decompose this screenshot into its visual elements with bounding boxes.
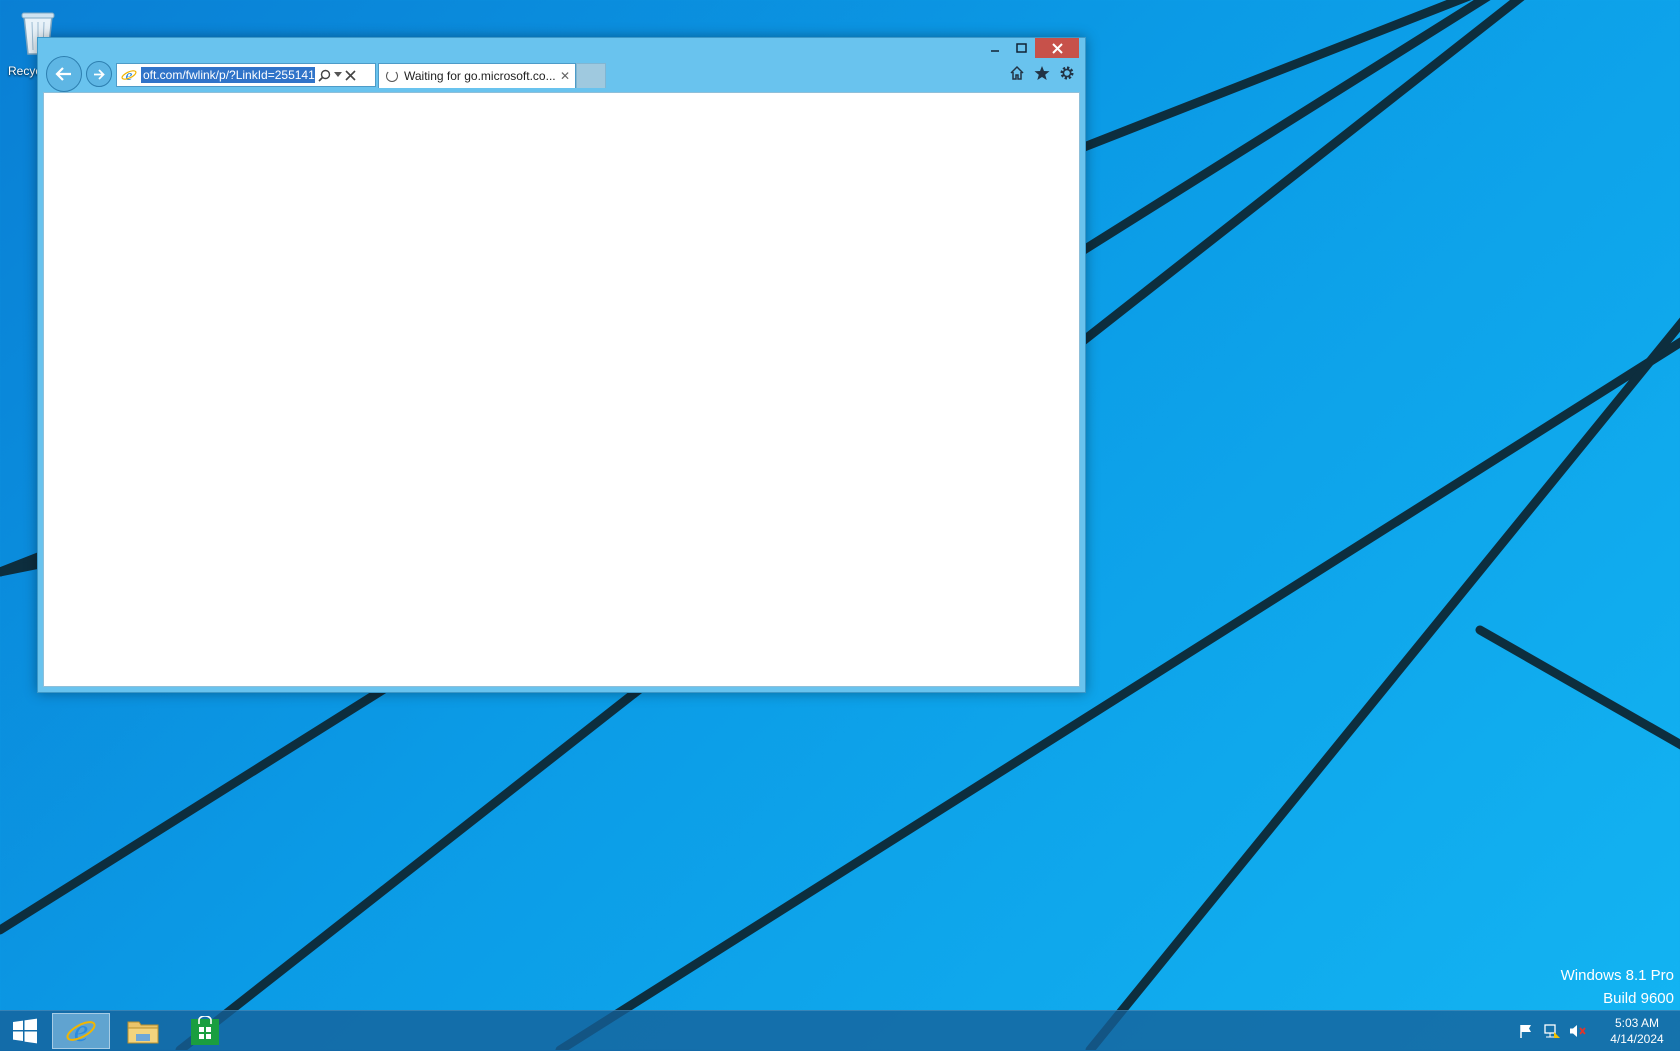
chevron-down-icon[interactable] [334,72,342,78]
tab-close-icon[interactable]: ✕ [560,69,570,83]
minimize-button[interactable] [981,38,1008,58]
taskbar-file-explorer[interactable] [118,1013,168,1049]
start-button[interactable] [0,1013,50,1049]
store-icon [191,1016,219,1045]
minimize-icon [990,50,999,52]
network-icon[interactable] [1542,1021,1562,1041]
close-icon [1051,42,1063,54]
taskbar-internet-explorer[interactable]: e [52,1013,110,1049]
watermark-edition: Windows 8.1 Pro [1560,967,1674,984]
maximize-icon [1016,43,1027,53]
system-tray: 5:03 AM 4/14/2024 [1516,1011,1680,1051]
internet-explorer-window: e oft.com/fwlink/p/?LinkId=255141 Waitin… [37,37,1086,693]
close-window-button[interactable] [1035,38,1079,58]
ie-logo-icon: e [66,1015,96,1047]
folder-icon [127,1021,159,1044]
ie-logo-icon: e [120,66,138,84]
clock-time: 5:03 AM [1614,1016,1660,1030]
taskbar-clock[interactable]: 5:03 AM 4/14/2024 [1602,1015,1672,1047]
page-content-area[interactable] [43,92,1080,687]
address-input[interactable]: oft.com/fwlink/p/?LinkId=255141 [141,67,315,83]
windows-logo-icon [13,1018,37,1044]
maximize-button[interactable] [1008,38,1035,58]
taskbar-store[interactable] [180,1013,230,1049]
tab-active[interactable]: Waiting for go.microsoft.co... ✕ [378,63,576,88]
address-bar[interactable]: e oft.com/fwlink/p/?LinkId=255141 [116,63,376,87]
clock-date: 4/14/2024 [1610,1032,1664,1046]
forward-button[interactable] [86,61,112,87]
watermark-build: Build 9600 [1603,990,1674,1007]
search-icon[interactable] [318,69,331,82]
new-tab-button[interactable] [576,63,606,88]
browser-toolbar-right [1008,64,1075,81]
windows-watermark: Windows 8.1 Pro Build 9600 [1561,964,1674,1010]
star-icon[interactable] [1033,64,1050,81]
back-button[interactable] [46,56,82,92]
taskbar: e 5:03 AM 4/14/2024 [0,1010,1680,1051]
flag-icon[interactable] [1516,1021,1536,1041]
home-icon[interactable] [1008,64,1025,81]
loading-spinner-icon [386,70,398,82]
window-controls [981,38,1079,60]
volume-muted-icon[interactable] [1568,1021,1588,1041]
svg-text:e: e [126,68,133,83]
stop-icon[interactable] [345,69,356,81]
back-arrow-icon [55,67,71,81]
forward-arrow-icon [94,68,105,80]
svg-text:e: e [74,1015,88,1047]
gear-icon[interactable] [1058,64,1075,81]
tab-title: Waiting for go.microsoft.co... [404,69,556,83]
